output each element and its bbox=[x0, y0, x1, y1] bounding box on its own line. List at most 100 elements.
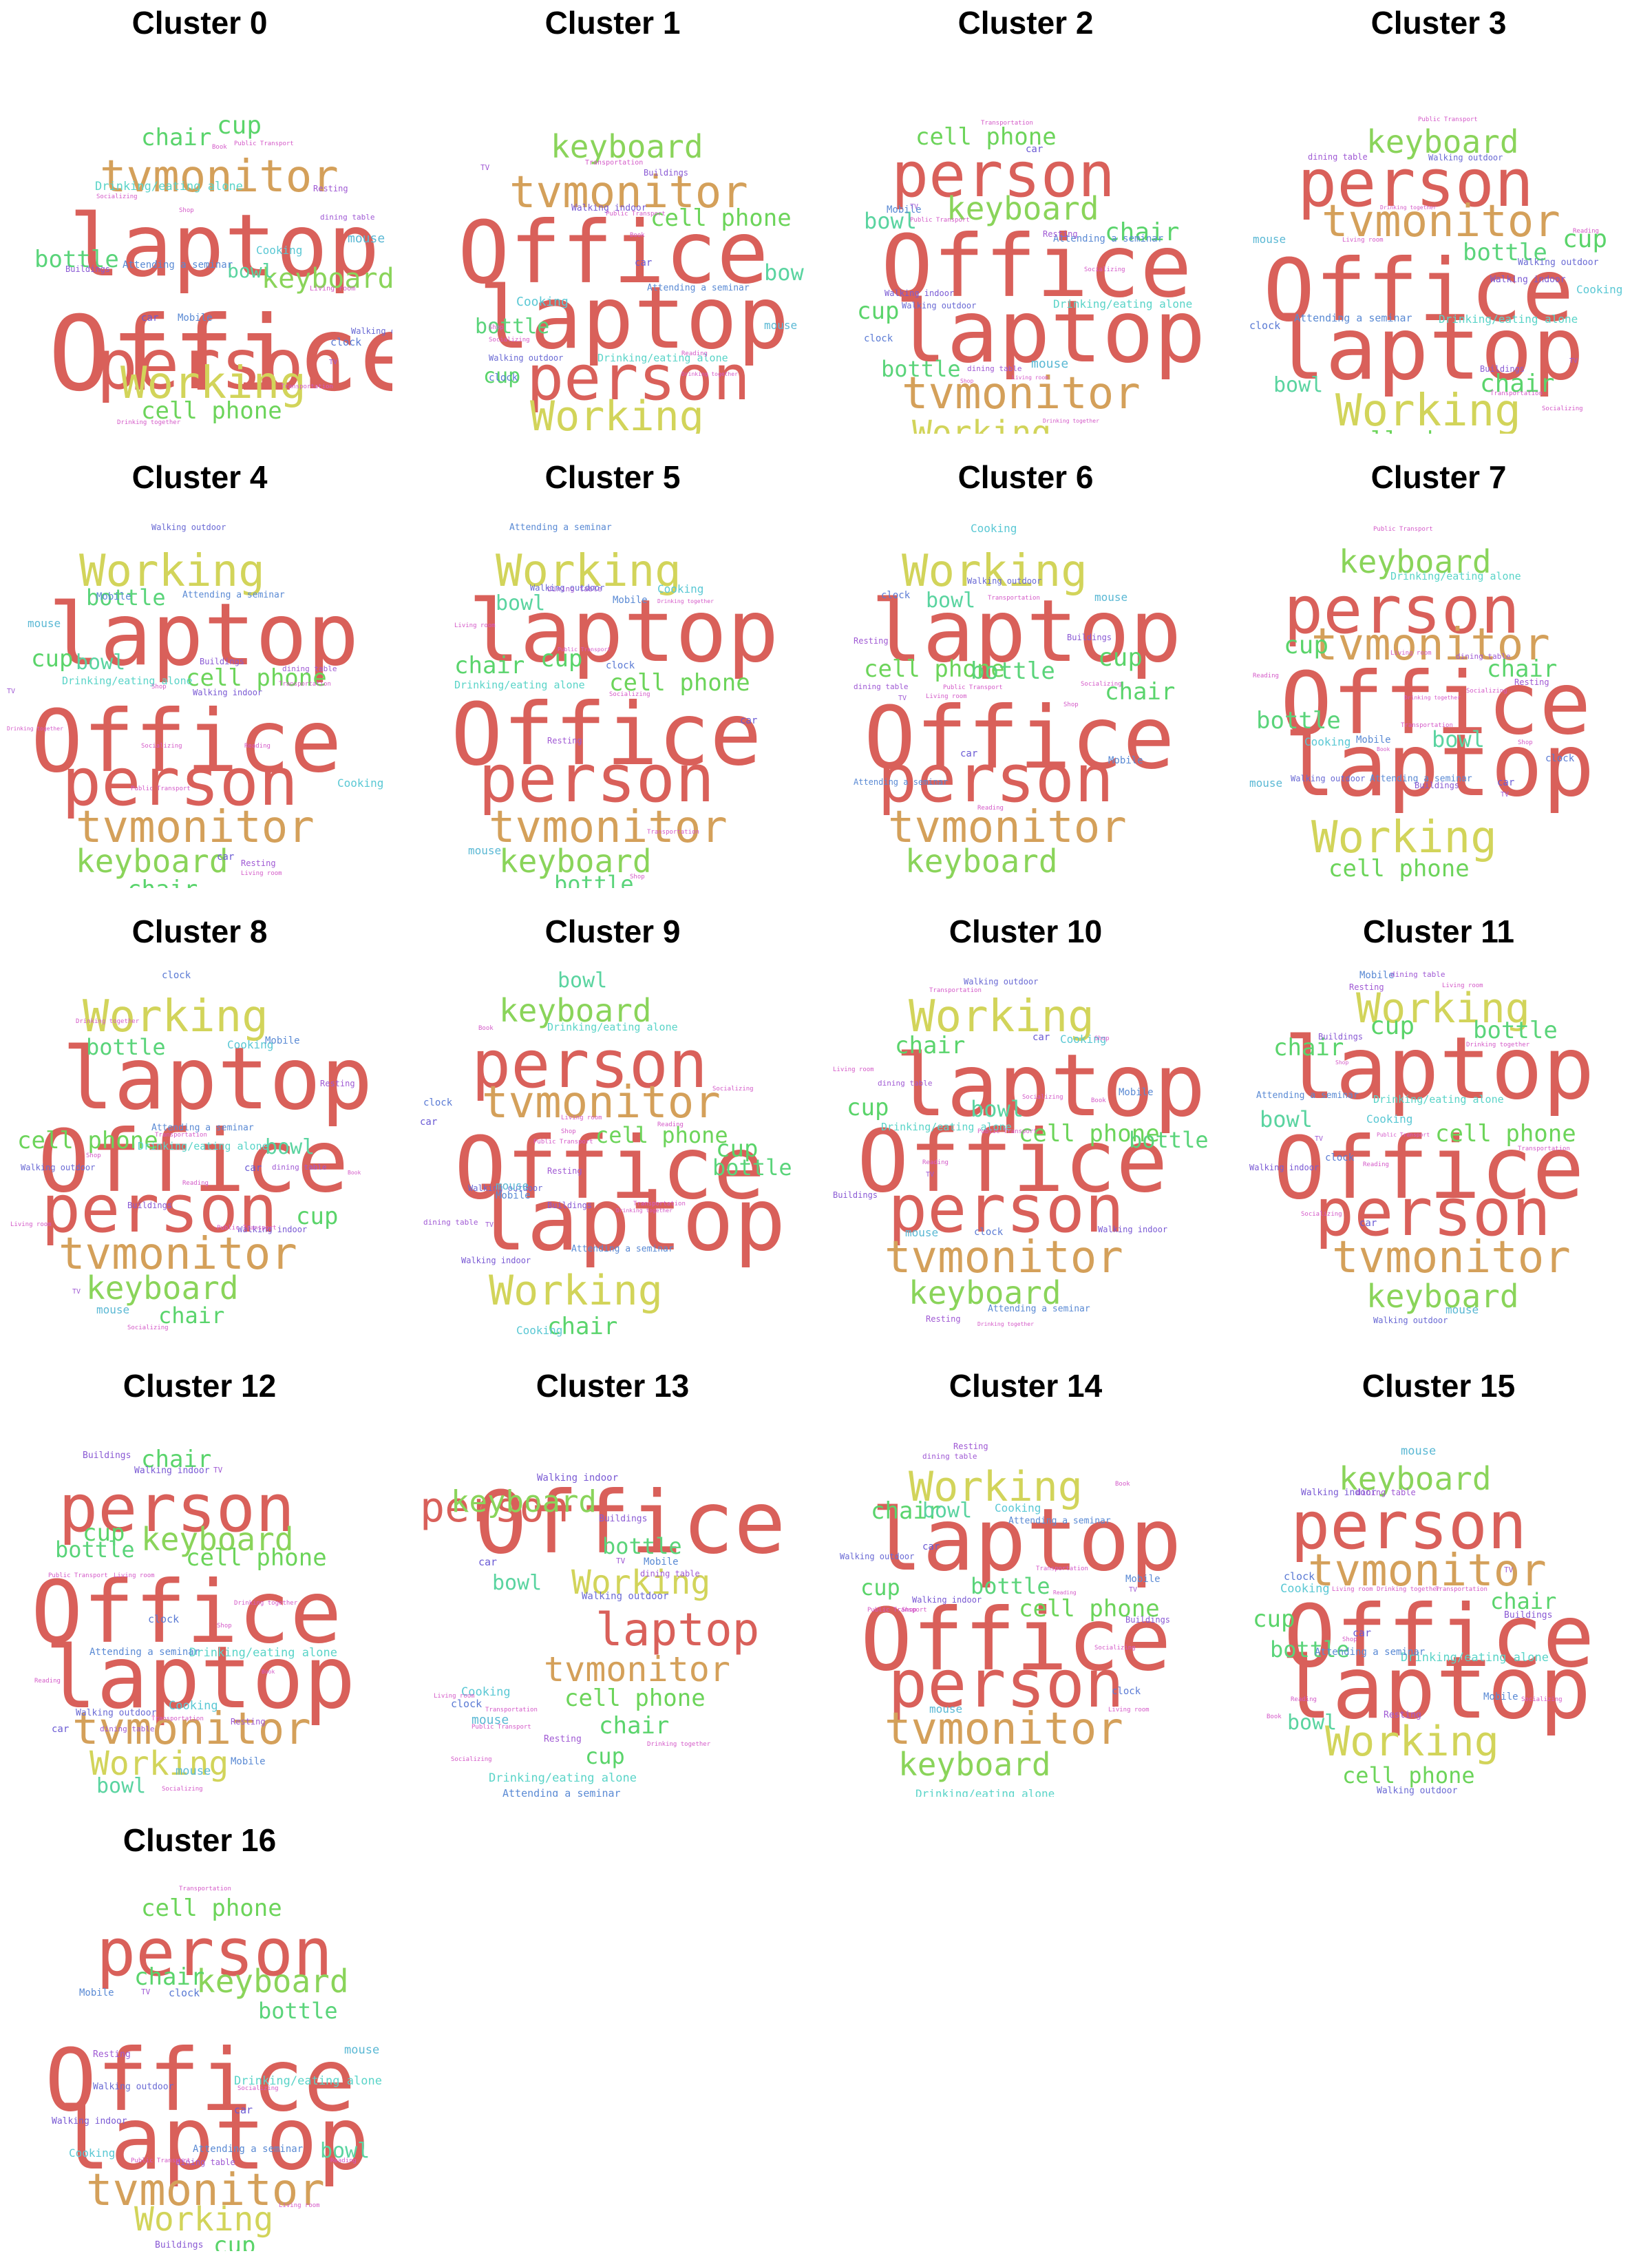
word-cloud: Office laptop person tvmonitor Working keyboa… bbox=[1246, 957, 1631, 1342]
cloud-word: cell phone bbox=[1342, 429, 1483, 434]
cloud-word: Socializing bbox=[141, 743, 182, 750]
cloud-word: Living room bbox=[1332, 1586, 1373, 1593]
cloud-word: mouse bbox=[764, 319, 798, 332]
cloud-word: Drinking/eating alone bbox=[547, 1021, 678, 1033]
cloud-word: mouse bbox=[344, 2043, 380, 2057]
cloud-word: Cooking bbox=[169, 1699, 218, 1713]
cloud-word: TV bbox=[926, 1171, 935, 1179]
cloud-word: Drinking together bbox=[616, 1207, 673, 1214]
cloud-word: TV bbox=[141, 1987, 151, 1996]
cloud-word: Resting bbox=[953, 1442, 988, 1451]
cloud-word: Public Transport bbox=[1418, 116, 1478, 123]
cloud-word: bottle bbox=[1473, 1017, 1558, 1044]
cloud-word: Transportation bbox=[281, 383, 333, 390]
cloud-word: Attending a seminar bbox=[1315, 1647, 1426, 1658]
cloud-word: Mobile bbox=[79, 1987, 114, 1998]
cloud-word: Book bbox=[630, 232, 645, 239]
cloud-word: Socializing bbox=[489, 337, 530, 344]
cluster-panel: Cluster 0 Office laptop person tvmonitor Work… bbox=[7, 0, 392, 434]
cloud-word: Public Transport bbox=[472, 1724, 531, 1731]
cloud-word: Public Transport bbox=[910, 217, 970, 224]
cloud-word: Drinking/eating alone bbox=[597, 352, 728, 364]
cluster-panel: Cluster 4 Office laptop person tvmonitor Work… bbox=[7, 454, 392, 888]
cloud-word: Walking indoor bbox=[52, 2116, 127, 2127]
cloud-word: Resting bbox=[1384, 1710, 1421, 1720]
cloud-word: dining table bbox=[1308, 152, 1368, 162]
cloud-word: TV bbox=[1501, 791, 1510, 799]
cloud-word: Buildings bbox=[1504, 1610, 1553, 1621]
cloud-word: Transportation bbox=[929, 987, 982, 994]
cloud-word: Public Transport bbox=[131, 2157, 191, 2164]
cloud-word: Buildings bbox=[1318, 1032, 1364, 1042]
cloud-word: clock bbox=[451, 1698, 483, 1710]
cluster-title: Cluster 13 bbox=[536, 1368, 690, 1404]
cloud-word: car bbox=[922, 1541, 940, 1552]
cloud-word: cup bbox=[585, 1743, 625, 1769]
cloud-word: bowl bbox=[922, 1499, 973, 1523]
cloud-word: Transportation bbox=[1401, 722, 1453, 729]
cloud-word: Drinking together bbox=[7, 726, 63, 732]
cloud-word: Reading bbox=[34, 1678, 61, 1685]
cloud-word: clock bbox=[1545, 753, 1575, 764]
cloud-word: clock bbox=[1249, 319, 1281, 332]
cloud-word: Cooking bbox=[69, 2146, 116, 2160]
cloud-word: Walking indoor bbox=[912, 1595, 982, 1605]
cloud-word: Walking outdoor bbox=[1518, 257, 1599, 268]
cluster-title: Cluster 11 bbox=[1363, 914, 1514, 949]
cloud-word: bottle bbox=[86, 1034, 166, 1060]
cloud-word: Public Transport bbox=[48, 1572, 108, 1579]
word-cloud: Office laptop person tvmonitor keyboard Worki… bbox=[7, 1411, 392, 1797]
cloud-word: Mobile bbox=[231, 1756, 266, 1767]
cloud-word: Walking indoor bbox=[537, 1473, 619, 1484]
cloud-word: Reading bbox=[1573, 228, 1599, 235]
cloud-word: cell phone bbox=[17, 1127, 158, 1154]
cluster-title: Cluster 2 bbox=[957, 5, 1094, 41]
cloud-word: Living room bbox=[1390, 650, 1432, 657]
cloud-word: Walking outdoor bbox=[1428, 153, 1503, 162]
cloud-word: Living room bbox=[1012, 374, 1048, 381]
cloud-word: Socializing bbox=[451, 1756, 492, 1763]
cloud-word: Drinking/eating alone bbox=[489, 1771, 637, 1785]
cloud-word: bottle bbox=[881, 356, 961, 382]
cluster-panel: Cluster 3 Office laptop person tvmonitor keyb… bbox=[1246, 0, 1631, 434]
cloud-word: Attending a seminar bbox=[89, 1647, 200, 1658]
cloud-word: Resting bbox=[313, 184, 348, 193]
cluster-panel: Cluster 16 Office laptop person tvmonitor key… bbox=[7, 1817, 392, 2251]
cloud-word: Walking indoor bbox=[1490, 275, 1566, 285]
cloud-word: dining table bbox=[320, 213, 375, 222]
cloud-word: Drinking together bbox=[1377, 1586, 1441, 1593]
cloud-word: cup bbox=[213, 2232, 256, 2251]
word-cloud: Office laptop person tvmonitor keyboard Worki… bbox=[1246, 503, 1631, 888]
cloud-word: dining table bbox=[547, 584, 602, 593]
cloud-word: Reading bbox=[1053, 1590, 1077, 1596]
cloud-word: Reading bbox=[1253, 673, 1279, 679]
cloud-word: Book bbox=[1115, 1481, 1130, 1488]
cloud-word: clock bbox=[1284, 1570, 1315, 1583]
cloud-word: Living room bbox=[926, 693, 967, 700]
cloud-word: Living room bbox=[10, 1221, 52, 1228]
cloud-word: Shop bbox=[86, 1152, 101, 1159]
cloud-word: Mobile bbox=[1108, 755, 1143, 766]
cluster-title: Cluster 8 bbox=[131, 914, 268, 949]
cloud-word: car bbox=[960, 748, 978, 759]
cloud-word: Resting bbox=[547, 736, 582, 746]
cluster-title: Cluster 14 bbox=[949, 1368, 1103, 1404]
cloud-word: Attending a seminar bbox=[502, 1787, 621, 1797]
cloud-word: Walking outdoor bbox=[967, 576, 1042, 586]
cloud-word: Buildings bbox=[547, 1201, 593, 1210]
cloud-word: clock bbox=[606, 660, 635, 671]
cloud-word: car bbox=[234, 2104, 253, 2116]
cloud-word: keyboard bbox=[451, 1484, 597, 1519]
cloud-word: Buildings bbox=[1067, 633, 1112, 642]
cloud-word: Cooking bbox=[516, 295, 569, 309]
cloud-word: Buildings bbox=[1480, 364, 1525, 374]
cloud-word: Public Transport bbox=[217, 1225, 277, 1232]
cloud-word: Socializing bbox=[1081, 681, 1122, 688]
cloud-word: Attending a seminar bbox=[1256, 1090, 1359, 1101]
word-cloud: Office laptop person tvmonitor keyboard Worki… bbox=[420, 957, 805, 1342]
cloud-word: Drinking/eating alone bbox=[454, 679, 585, 691]
cloud-word: Socializing bbox=[1084, 266, 1125, 273]
cloud-word: TV bbox=[213, 1466, 223, 1475]
cloud-word: Cooking bbox=[1280, 1582, 1330, 1596]
cloud-word: chair bbox=[599, 1712, 670, 1740]
